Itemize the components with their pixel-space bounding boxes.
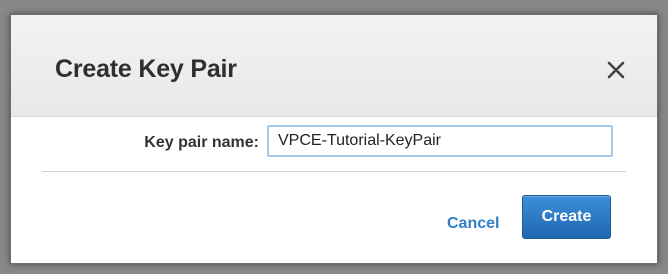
dialog-header: Create Key Pair [11, 15, 657, 117]
close-icon [605, 59, 627, 81]
close-button[interactable] [605, 59, 627, 81]
dialog-title: Create Key Pair [55, 55, 237, 83]
key-pair-name-label: Key pair name: [144, 134, 259, 151]
cancel-link[interactable]: Cancel [447, 215, 499, 233]
divider [42, 171, 626, 172]
create-button[interactable]: Create [522, 195, 611, 239]
create-key-pair-dialog: Create Key Pair Key pair name: Cancel Cr… [10, 14, 658, 264]
key-pair-name-input[interactable] [267, 125, 613, 157]
key-pair-name-row: Key pair name: [11, 125, 657, 157]
